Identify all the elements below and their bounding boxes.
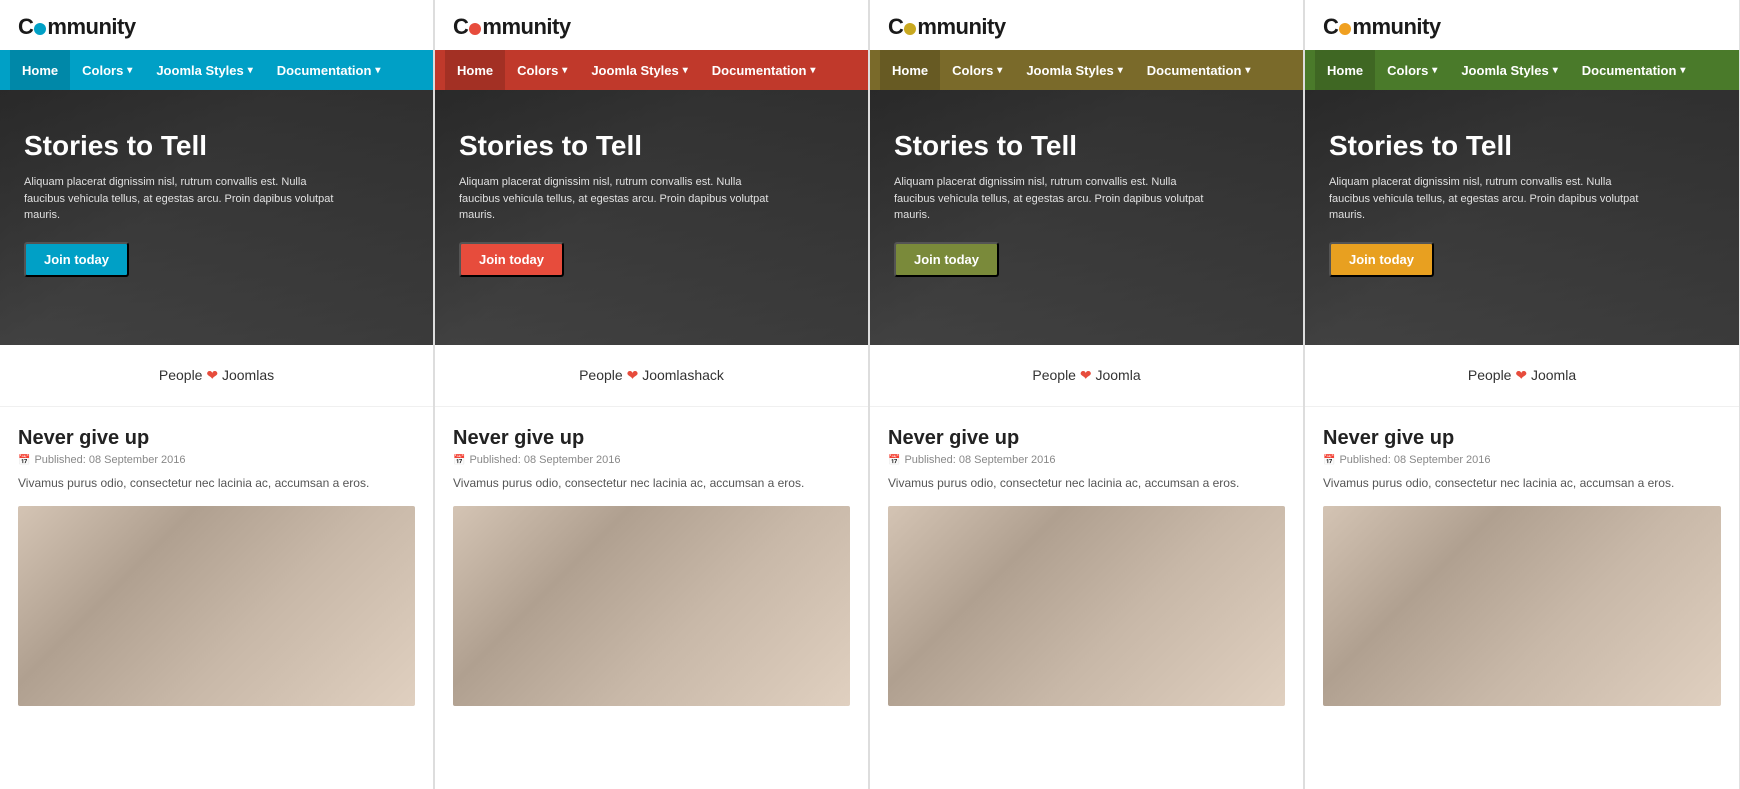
navbar: HomeColors ▾Joomla Styles ▾Documentation… [0, 50, 433, 90]
article-title[interactable]: Never give up [888, 427, 1285, 450]
logo-dot-icon [904, 23, 916, 35]
article-meta: 📅 Published: 08 September 2016 [888, 454, 1285, 466]
hero-text: Aliquam placerat dignissim nisl, rutrum … [459, 174, 779, 224]
nav-item-home[interactable]: Home [1315, 50, 1375, 90]
logo-dot-icon [34, 23, 46, 35]
page-wrapper: CmmunityHomeColors ▾Joomla Styles ▾Docum… [0, 0, 1740, 789]
nav-item-home[interactable]: Home [10, 50, 70, 90]
calendar-icon: 📅 [18, 455, 30, 466]
hero-text: Aliquam placerat dignissim nisl, rutrum … [894, 174, 1214, 224]
nav-item-colors[interactable]: Colors ▾ [505, 50, 579, 90]
logo-dot-icon [1339, 23, 1351, 35]
article-section: Never give up 📅 Published: 08 September 2… [435, 407, 868, 726]
article-date: Published: 08 September 2016 [904, 454, 1055, 466]
article-section: Never give up 📅 Published: 08 September 2… [870, 407, 1303, 726]
site-column-2: Cmmunity HomeColors ▾Joomla Styles ▾Docum… [435, 0, 870, 789]
site-logo[interactable]: Cmmunity [453, 14, 571, 39]
article-image-visual [1323, 506, 1721, 706]
site-logo[interactable]: Cmmunity [888, 14, 1006, 39]
nav-item-colors[interactable]: Colors ▾ [70, 50, 144, 90]
hero-title: Stories to Tell [24, 130, 409, 162]
hero-section: Stories to Tell Aliquam placerat dignissi… [435, 90, 868, 345]
calendar-icon: 📅 [888, 455, 900, 466]
hero-content: Stories to Tell Aliquam placerat dignissi… [435, 90, 868, 277]
article-date: Published: 08 September 2016 [469, 454, 620, 466]
article-date: Published: 08 September 2016 [1339, 454, 1490, 466]
logo-dot-icon [469, 23, 481, 35]
article-excerpt: Vivamus purus odio, consectetur nec laci… [888, 474, 1285, 492]
heart-icon: ❤ [1515, 367, 1527, 383]
article-date: Published: 08 September 2016 [34, 454, 185, 466]
site-column-3: Cmmunity HomeColors ▾Joomla Styles ▾Docum… [870, 0, 1305, 789]
article-image [1323, 506, 1721, 706]
nav-item-joomla-styles[interactable]: Joomla Styles ▾ [144, 50, 264, 90]
article-excerpt: Vivamus purus odio, consectetur nec laci… [453, 474, 850, 492]
article-image-visual [18, 506, 415, 706]
article-section: Never give up 📅 Published: 08 September 2… [1305, 407, 1739, 726]
hero-title: Stories to Tell [1329, 130, 1715, 162]
people-bar: People ❤ Joomla [870, 345, 1303, 407]
hero-title: Stories to Tell [894, 130, 1279, 162]
nav-item-joomla-styles[interactable]: Joomla Styles ▾ [1014, 50, 1134, 90]
nav-item-home[interactable]: Home [880, 50, 940, 90]
logo-bar: Cmmunity [435, 0, 868, 50]
hero-join-button[interactable]: Join today [459, 242, 564, 277]
article-title[interactable]: Never give up [18, 427, 415, 450]
hero-join-button[interactable]: Join today [1329, 242, 1434, 277]
heart-icon: ❤ [1080, 367, 1092, 383]
nav-item-documentation[interactable]: Documentation ▾ [700, 50, 828, 90]
hero-join-button[interactable]: Join today [24, 242, 129, 277]
hero-text: Aliquam placerat dignissim nisl, rutrum … [1329, 174, 1649, 224]
article-title[interactable]: Never give up [1323, 427, 1721, 450]
nav-item-documentation[interactable]: Documentation ▾ [265, 50, 393, 90]
logo-bar: Cmmunity [0, 0, 433, 50]
article-title[interactable]: Never give up [453, 427, 850, 450]
people-bar: People ❤ Joomlas [0, 345, 433, 407]
site-column-1: Cmmunity HomeColors ▾Joomla Styles ▾Docum… [0, 0, 435, 789]
nav-item-joomla-styles[interactable]: Joomla Styles ▾ [579, 50, 699, 90]
nav-item-colors[interactable]: Colors ▾ [940, 50, 1014, 90]
nav-item-documentation[interactable]: Documentation ▾ [1570, 50, 1698, 90]
hero-text: Aliquam placerat dignissim nisl, rutrum … [24, 174, 344, 224]
article-image [453, 506, 850, 706]
heart-icon: ❤ [206, 367, 218, 383]
navbar: HomeColors ▾Joomla Styles ▾Documentation… [870, 50, 1303, 90]
site-logo[interactable]: Cmmunity [1323, 14, 1441, 39]
hero-content: Stories to Tell Aliquam placerat dignissi… [870, 90, 1303, 277]
article-meta: 📅 Published: 08 September 2016 [453, 454, 850, 466]
people-bar: People ❤ Joomlashack [435, 345, 868, 407]
nav-item-joomla-styles[interactable]: Joomla Styles ▾ [1449, 50, 1569, 90]
article-section: Never give up 📅 Published: 08 September 2… [0, 407, 433, 726]
logo-bar: Cmmunity [1305, 0, 1739, 50]
article-image [888, 506, 1285, 706]
logo-bar: Cmmunity [870, 0, 1303, 50]
hero-section: Stories to Tell Aliquam placerat dignissi… [870, 90, 1303, 345]
hero-section: Stories to Tell Aliquam placerat dignissi… [1305, 90, 1739, 345]
navbar: HomeColors ▾Joomla Styles ▾Documentation… [1305, 50, 1739, 90]
article-excerpt: Vivamus purus odio, consectetur nec laci… [18, 474, 415, 492]
hero-title: Stories to Tell [459, 130, 844, 162]
people-bar: People ❤ Joomla [1305, 345, 1739, 407]
site-logo[interactable]: Cmmunity [18, 14, 136, 39]
calendar-icon: 📅 [453, 455, 465, 466]
article-meta: 📅 Published: 08 September 2016 [1323, 454, 1721, 466]
navbar: HomeColors ▾Joomla Styles ▾Documentation… [435, 50, 868, 90]
site-column-4: Cmmunity HomeColors ▾Joomla Styles ▾Docum… [1305, 0, 1740, 789]
hero-content: Stories to Tell Aliquam placerat dignissi… [1305, 90, 1739, 277]
article-excerpt: Vivamus purus odio, consectetur nec laci… [1323, 474, 1721, 492]
nav-item-documentation[interactable]: Documentation ▾ [1135, 50, 1263, 90]
article-image-visual [888, 506, 1285, 706]
nav-item-colors[interactable]: Colors ▾ [1375, 50, 1449, 90]
calendar-icon: 📅 [1323, 455, 1335, 466]
article-meta: 📅 Published: 08 September 2016 [18, 454, 415, 466]
nav-item-home[interactable]: Home [445, 50, 505, 90]
hero-join-button[interactable]: Join today [894, 242, 999, 277]
heart-icon: ❤ [627, 367, 639, 383]
hero-content: Stories to Tell Aliquam placerat dignissi… [0, 90, 433, 277]
article-image-visual [453, 506, 850, 706]
hero-section: Stories to Tell Aliquam placerat dignissi… [0, 90, 433, 345]
article-image [18, 506, 415, 706]
